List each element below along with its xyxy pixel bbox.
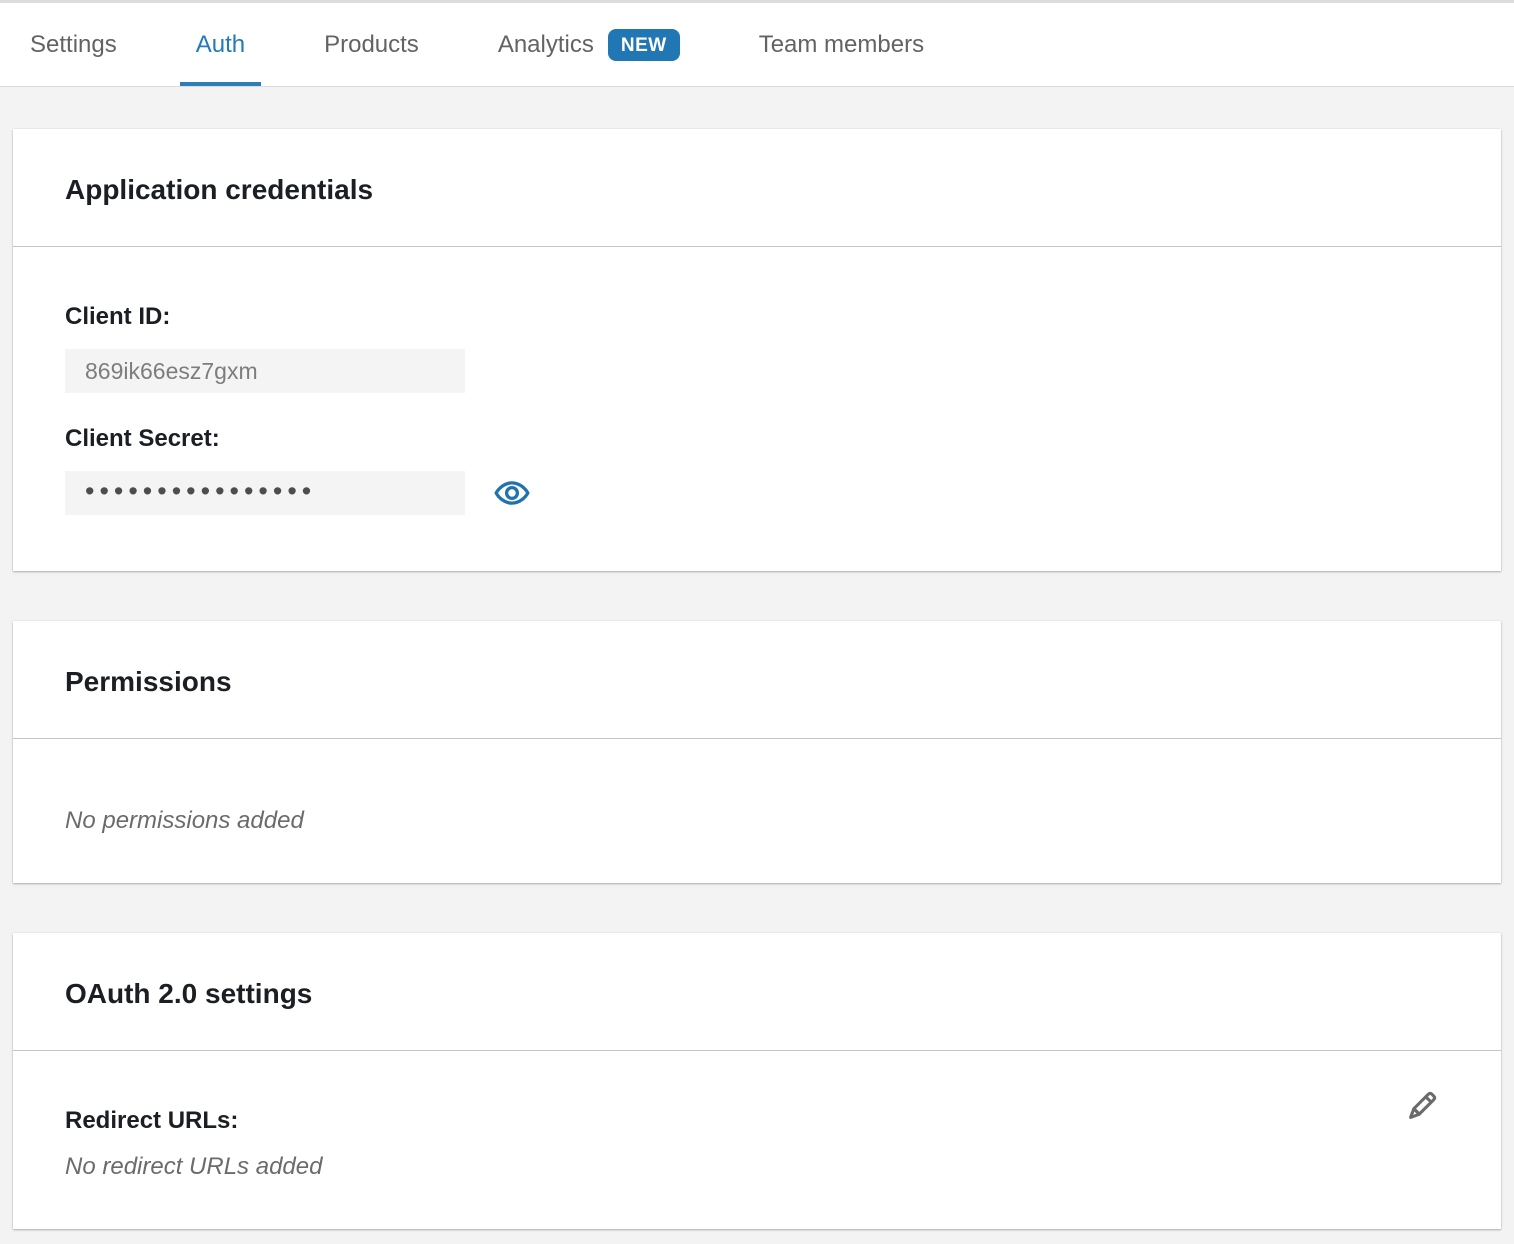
oauth-settings-card: OAuth 2.0 settings Redirect URLs: No red… (13, 933, 1501, 1229)
reveal-secret-button[interactable] (493, 474, 531, 512)
client-id-text: 869ik66esz7gxm (85, 358, 258, 385)
tab-analytics[interactable]: Analytics NEW (482, 3, 696, 86)
application-credentials-body: Client ID: 869ik66esz7gxm Client Secret:… (13, 247, 1501, 571)
permissions-body: No permissions added (13, 739, 1501, 883)
tab-settings[interactable]: Settings (14, 3, 133, 86)
client-secret-label: Client Secret: (65, 425, 1449, 453)
tab-team-members-label: Team members (759, 31, 924, 59)
application-credentials-title: Application credentials (13, 129, 1501, 247)
new-badge: NEW (608, 29, 680, 61)
client-id-value[interactable]: 869ik66esz7gxm (65, 349, 465, 393)
tab-auth[interactable]: Auth (180, 3, 261, 86)
tab-bar: Settings Auth Products Analytics NEW Tea… (0, 0, 1514, 87)
tab-products-label: Products (324, 31, 419, 59)
permissions-empty-text: No permissions added (65, 807, 1449, 835)
permissions-title: Permissions (13, 621, 1501, 739)
client-secret-masked-text: •••••••••••••••• (85, 478, 316, 505)
eye-icon (493, 474, 531, 512)
client-secret-value[interactable]: •••••••••••••••• (65, 471, 465, 515)
application-credentials-card: Application credentials Client ID: 869ik… (13, 129, 1501, 571)
pencil-icon (1399, 1083, 1445, 1129)
tab-auth-label: Auth (196, 31, 245, 59)
redirect-urls-label: Redirect URLs: (65, 1107, 1449, 1135)
main-content: Application credentials Client ID: 869ik… (0, 87, 1514, 1229)
oauth-settings-body: Redirect URLs: No redirect URLs added (13, 1051, 1501, 1229)
tab-settings-label: Settings (30, 31, 117, 59)
client-secret-row: •••••••••••••••• (65, 453, 1449, 515)
oauth-settings-title: OAuth 2.0 settings (13, 933, 1501, 1051)
redirect-urls-empty-text: No redirect URLs added (65, 1153, 1449, 1181)
tab-products[interactable]: Products (308, 3, 435, 86)
edit-redirect-urls-button[interactable] (1399, 1083, 1445, 1129)
permissions-card: Permissions No permissions added (13, 621, 1501, 883)
client-id-label: Client ID: (65, 303, 1449, 331)
tab-team-members[interactable]: Team members (743, 3, 940, 86)
tab-analytics-label: Analytics (498, 31, 594, 59)
